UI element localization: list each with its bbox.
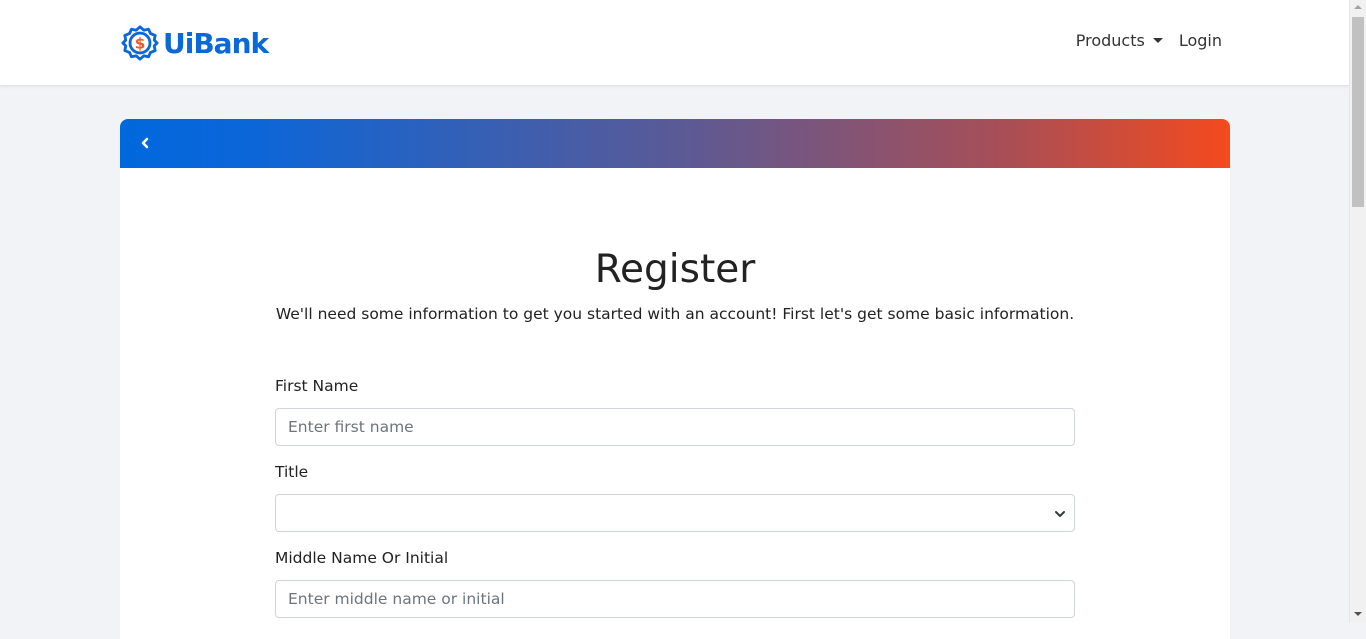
- caret-down-icon: [1152, 38, 1163, 43]
- brand-name: UiBank: [163, 26, 269, 60]
- login-label: Login: [1178, 31, 1222, 50]
- title-label: Title: [275, 463, 309, 481]
- card-header-gradient: [120, 119, 1230, 168]
- chevron-down-icon: [1055, 511, 1065, 517]
- page-subtitle: We'll need some information to get you s…: [275, 305, 1075, 323]
- dollar-badge-icon: $: [121, 25, 159, 61]
- page-title: Register: [594, 247, 756, 292]
- middle-name-label: Middle Name Or Initial: [275, 549, 449, 567]
- products-dropdown[interactable]: Products: [1076, 31, 1163, 50]
- scroll-up-icon[interactable]: [1354, 5, 1362, 9]
- nav-links: Products Login: [1076, 31, 1222, 50]
- chevron-left-icon[interactable]: [138, 135, 152, 151]
- scroll-down-icon[interactable]: [1354, 612, 1362, 616]
- login-link[interactable]: Login: [1179, 31, 1222, 50]
- page-scrollbar[interactable]: [1349, 0, 1366, 623]
- scroll-thumb[interactable]: [1352, 17, 1364, 207]
- middle-name-input[interactable]: [275, 580, 1075, 618]
- svg-text:$: $: [135, 35, 146, 53]
- brand-logo-link[interactable]: $ UiBank: [121, 22, 269, 64]
- first-name-input[interactable]: [275, 408, 1075, 446]
- products-label: Products: [1075, 31, 1145, 50]
- register-card: Register We'll need some information to …: [120, 119, 1230, 639]
- top-navbar: $ UiBank Products Login: [0, 0, 1349, 86]
- title-select[interactable]: [275, 494, 1075, 532]
- first-name-label: First Name: [275, 377, 359, 395]
